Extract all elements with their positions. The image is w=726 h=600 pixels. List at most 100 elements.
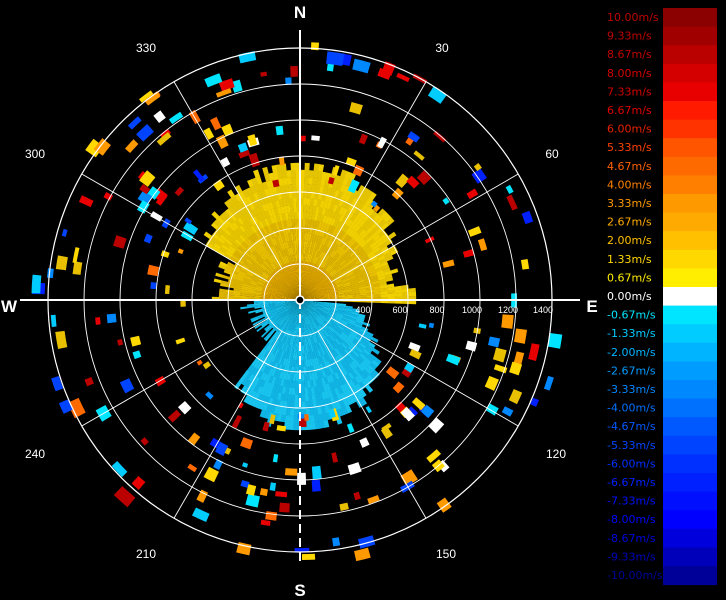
colorbar-label: -8.00m/s xyxy=(607,513,656,526)
echo-cell xyxy=(164,285,170,295)
echo-cell xyxy=(506,194,518,211)
echo-cell xyxy=(168,111,184,125)
echo-cell-receding xyxy=(304,169,310,178)
echo-cell xyxy=(311,465,322,480)
echo-cell-approaching xyxy=(301,373,305,382)
echo-cell xyxy=(349,101,363,115)
echo-cell xyxy=(304,414,309,421)
echo-cell xyxy=(365,405,372,414)
echo-cell xyxy=(202,361,212,370)
echo-cell xyxy=(332,537,341,547)
echo-cell xyxy=(95,317,101,325)
compass-north: N xyxy=(294,3,306,22)
colorbar-label: -0.67m/s xyxy=(607,309,656,322)
echo-cell-receding xyxy=(394,292,403,297)
echo-cell xyxy=(127,116,142,130)
colorbar-label: 0.67m/s xyxy=(607,271,652,284)
echo-cell xyxy=(31,274,42,294)
echo-cell-receding xyxy=(318,164,325,173)
echo-cell-approaching xyxy=(300,352,304,361)
echo-cell-receding xyxy=(294,218,298,227)
echo-cell xyxy=(385,366,400,380)
radar-site-marker xyxy=(295,295,305,305)
echo-cell-approaching xyxy=(240,306,248,310)
echo-cell-approaching xyxy=(292,422,298,431)
echo-cell-approaching xyxy=(301,366,304,375)
echo-cell xyxy=(445,353,461,366)
echo-cell xyxy=(117,338,124,346)
colorbar-swatch xyxy=(663,8,717,28)
echo-cell xyxy=(279,502,290,513)
echo-cell xyxy=(418,323,427,329)
echo-cell-receding xyxy=(287,184,293,192)
echo-cell xyxy=(103,192,114,201)
colorbar-swatch xyxy=(663,473,717,493)
echo-cell xyxy=(131,476,146,490)
echo-cell-approaching xyxy=(293,415,298,424)
echo-cell xyxy=(111,460,128,478)
echo-cell-receding xyxy=(287,177,293,185)
radial-spoke xyxy=(81,317,270,427)
colorbar-swatch xyxy=(663,435,717,455)
colorbar-swatch xyxy=(663,138,717,158)
echo-cell xyxy=(358,133,368,145)
echo-cell xyxy=(260,519,271,526)
echo-cell-receding xyxy=(366,294,375,298)
colorbar-label: -2.00m/s xyxy=(607,346,656,359)
echo-cell xyxy=(84,377,94,387)
echo-cell-approaching xyxy=(304,380,308,389)
colorbar-label: -6.67m/s xyxy=(607,476,656,489)
colorbar-swatch xyxy=(663,63,717,83)
echo-cell-approaching xyxy=(301,387,305,396)
echo-cell-receding xyxy=(387,293,396,298)
echo-cell xyxy=(513,328,528,344)
echo-cell xyxy=(465,340,478,352)
echo-cell-receding xyxy=(286,170,292,178)
echo-cell xyxy=(242,462,249,468)
colorbar-label: 4.00m/s xyxy=(607,178,652,191)
compass-west: W xyxy=(1,297,18,316)
colorbar-swatch xyxy=(663,45,717,65)
echo-cell-receding xyxy=(294,225,298,234)
echo-cell xyxy=(174,186,185,197)
echo-cell xyxy=(231,414,243,429)
echo-cell-receding xyxy=(292,197,297,206)
echo-cell xyxy=(130,335,142,347)
echo-cell-receding xyxy=(221,274,230,280)
colorbar-label: 3.33m/s xyxy=(607,197,652,210)
echo-cell xyxy=(51,376,64,392)
azimuth-label-60: 60 xyxy=(545,147,559,161)
azimuth-label-150: 150 xyxy=(436,547,456,561)
echo-cell xyxy=(520,258,530,270)
echo-cell xyxy=(543,375,554,391)
colorbar-swatch xyxy=(663,194,717,214)
echo-cell xyxy=(72,247,80,264)
echo-cell xyxy=(272,453,279,463)
echo-cell-receding xyxy=(408,291,417,297)
echo-cell-approaching xyxy=(362,321,371,327)
azimuth-label-300: 300 xyxy=(25,147,45,161)
echo-cell xyxy=(160,250,170,258)
echo-cell-approaching xyxy=(295,380,299,389)
echo-cell-receding xyxy=(373,294,382,298)
echo-cell xyxy=(284,468,298,476)
azimuth-label-120: 120 xyxy=(546,447,566,461)
colorbar-swatch xyxy=(663,268,717,288)
echo-cell xyxy=(278,157,285,166)
colorbar-label: -4.00m/s xyxy=(607,402,656,415)
echo-cell xyxy=(113,486,136,508)
echo-cell-receding xyxy=(215,272,224,278)
colorbar-label: 6.67m/s xyxy=(607,104,652,117)
colorbar-swatch xyxy=(663,101,717,121)
colorbar-label: -3.33m/s xyxy=(607,383,656,396)
echo-cell-approaching xyxy=(301,394,306,403)
echo-cell-receding xyxy=(262,166,269,176)
echo-cell xyxy=(220,157,231,168)
echo-cell-approaching xyxy=(293,408,299,417)
echo-cell xyxy=(428,417,445,434)
echo-cell xyxy=(61,228,68,237)
echo-cell xyxy=(180,300,186,307)
echo-cell-receding xyxy=(253,169,261,178)
colorbar-swatch xyxy=(663,26,717,46)
echo-cell-approaching xyxy=(304,394,309,403)
